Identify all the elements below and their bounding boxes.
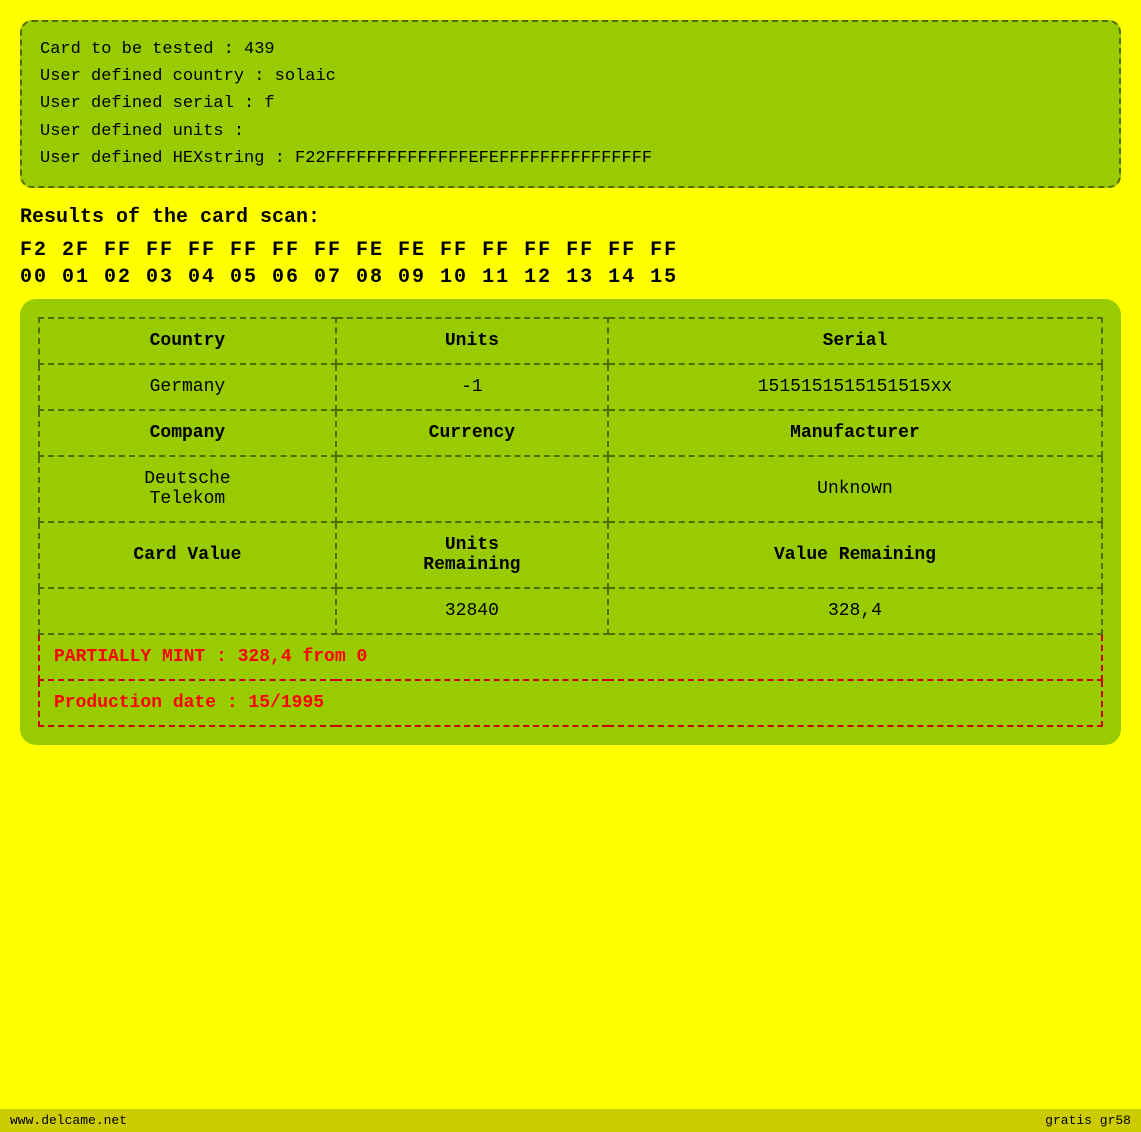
status-mint: PARTIALLY MINT : 328,4 from 0 bbox=[39, 634, 1102, 680]
header-units-remaining: UnitsRemaining bbox=[336, 522, 608, 588]
data-units-remaining: 32840 bbox=[336, 588, 608, 634]
info-line1: Card to be tested : 439 bbox=[40, 36, 1101, 63]
data-value-remaining: 328,4 bbox=[608, 588, 1102, 634]
data-card-value bbox=[39, 588, 336, 634]
header-currency: Currency bbox=[336, 410, 608, 456]
data-country: Germany bbox=[39, 364, 336, 410]
footer-left: www.delcame.net bbox=[10, 1113, 127, 1128]
status-production: Production date : 15/1995 bbox=[39, 680, 1102, 726]
data-company: DeutscheTelekom bbox=[39, 456, 336, 522]
header-serial: Serial bbox=[608, 318, 1102, 364]
hex-row: F2 2F FF FF FF FF FF FF FE FE FF FF FF F… bbox=[20, 239, 1121, 262]
header-card-value: Card Value bbox=[39, 522, 336, 588]
header-company: Company bbox=[39, 410, 336, 456]
table-row-header1: Country Units Serial bbox=[39, 318, 1102, 364]
scan-results-label: Results of the card scan: bbox=[20, 206, 1121, 229]
table-row-header2: Company Currency Manufacturer bbox=[39, 410, 1102, 456]
table-row-data1: Germany -1 1515151515151515xx bbox=[39, 364, 1102, 410]
data-currency bbox=[336, 456, 608, 522]
index-row: 00 01 02 03 04 05 06 07 08 09 10 11 12 1… bbox=[20, 266, 1121, 289]
table-row-data3: 32840 328,4 bbox=[39, 588, 1102, 634]
info-line5: User defined HEXstring : F22FFFFFFFFFFFF… bbox=[40, 145, 1101, 172]
card-data-table: Country Units Serial Germany -1 15151515… bbox=[38, 317, 1103, 727]
table-row-status2: Production date : 15/1995 bbox=[39, 680, 1102, 726]
table-row-status1: PARTIALLY MINT : 328,4 from 0 bbox=[39, 634, 1102, 680]
header-value-remaining: Value Remaining bbox=[608, 522, 1102, 588]
header-country: Country bbox=[39, 318, 336, 364]
header-manufacturer: Manufacturer bbox=[608, 410, 1102, 456]
info-line4: User defined units : bbox=[40, 118, 1101, 145]
info-line2: User defined country : solaic bbox=[40, 63, 1101, 90]
data-serial: 1515151515151515xx bbox=[608, 364, 1102, 410]
table-row-data2: DeutscheTelekom Unknown bbox=[39, 456, 1102, 522]
footer: www.delcame.net gratis gr58 bbox=[0, 1109, 1141, 1132]
footer-right: gratis gr58 bbox=[1045, 1113, 1131, 1128]
info-box: Card to be tested : 439 User defined cou… bbox=[20, 20, 1121, 188]
table-row-header3: Card Value UnitsRemaining Value Remainin… bbox=[39, 522, 1102, 588]
data-units: -1 bbox=[336, 364, 608, 410]
info-line3: User defined serial : f bbox=[40, 90, 1101, 117]
data-manufacturer: Unknown bbox=[608, 456, 1102, 522]
main-table-container: Country Units Serial Germany -1 15151515… bbox=[20, 299, 1121, 745]
header-units: Units bbox=[336, 318, 608, 364]
